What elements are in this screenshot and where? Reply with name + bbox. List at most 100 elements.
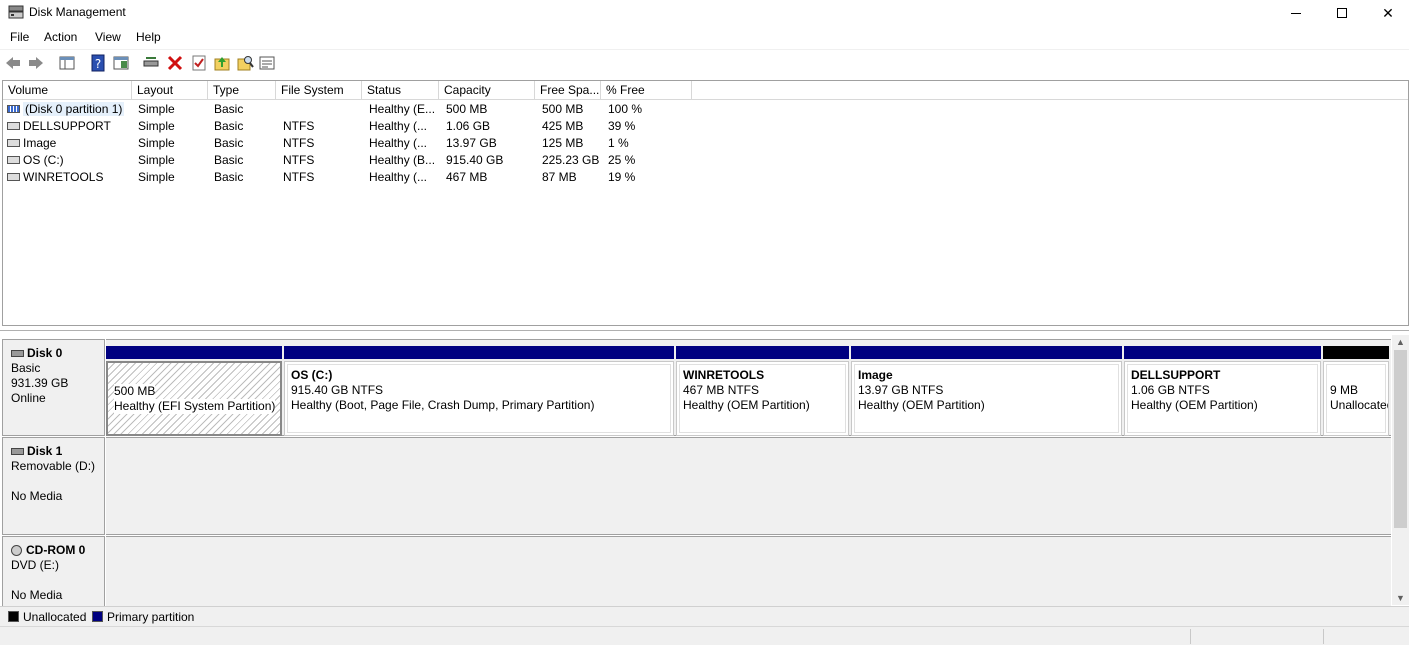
partition-size: 1.06 GB NTFS [1131, 383, 1210, 397]
toolbar: ? [0, 49, 1409, 77]
table-cell: 87 MB [542, 170, 577, 184]
scrollbar-thumb[interactable] [1394, 350, 1407, 528]
table-cell: Basic [214, 136, 244, 150]
cdrom-0-area [106, 536, 1391, 606]
folder-up-icon[interactable] [213, 54, 231, 72]
partition-size: 467 MB NTFS [683, 383, 760, 397]
disk-1-label[interactable]: Disk 1 Removable (D:) No Media [2, 437, 105, 535]
table-cell: Image [23, 136, 57, 150]
column-header-filler [692, 81, 1408, 100]
disk-1-size [11, 474, 104, 489]
disk-0-state: Online [11, 391, 46, 405]
disk-icon [11, 448, 24, 456]
table-cell: Basic [214, 170, 244, 184]
menu-help[interactable]: Help [136, 30, 161, 44]
partition-size: 13.97 GB NTFS [858, 383, 944, 397]
table-cell: DELLSUPPORT [23, 119, 111, 133]
volume-icon [7, 156, 20, 164]
disk-0-label[interactable]: Disk 0 Basic 931.39 GB Online [2, 339, 105, 436]
partition-os-c[interactable]: OS (C:) 915.40 GB NTFS Healthy (Boot, Pa… [284, 346, 674, 436]
close-icon: ✕ [1382, 4, 1394, 21]
table-cell: 500 MB [542, 102, 584, 116]
disk-0-name: Disk 0 [27, 346, 63, 360]
partition-status: Healthy (OEM Partition) [1131, 398, 1258, 412]
table-cell: WINRETOOLS [23, 170, 104, 184]
table-cell: 1.06 GB [446, 119, 491, 133]
table-row[interactable]: Image Simple Basic NTFS Healthy (... 13.97 GB… [3, 135, 1003, 152]
table-row[interactable]: WINRETOOLS Simple Basic NTFS Healthy (... 467… [3, 169, 1003, 186]
table-cell: Basic [214, 102, 244, 116]
column-header-free-space[interactable]: Free Spa... [535, 81, 601, 100]
legend: Unallocated Primary partition [0, 606, 1409, 626]
partition-title: Image [858, 368, 893, 382]
column-header-volume[interactable]: Volume [3, 81, 132, 100]
partition-title: OS (C:) [291, 368, 333, 382]
table-cell: Simple [138, 136, 175, 150]
menu-action[interactable]: Action [44, 30, 77, 44]
table-cell: OS (C:) [23, 153, 64, 167]
partition-status: Healthy (EFI System Partition) [114, 399, 276, 414]
table-cell: 425 MB [542, 119, 584, 133]
table-cell: 500 MB [446, 102, 488, 116]
table-cell: 19 % [608, 170, 636, 184]
forward-arrow-icon[interactable] [27, 54, 45, 72]
scroll-down-icon[interactable]: ▼ [1396, 593, 1405, 603]
minimize-icon [1291, 12, 1301, 14]
legend-unallocated: Unallocated [23, 610, 87, 624]
search-folder-icon[interactable] [236, 54, 254, 72]
disk-icon [11, 350, 24, 358]
volume-icon [7, 122, 20, 130]
disk-management-icon [8, 5, 24, 19]
table-cell: 225.23 GB [542, 153, 600, 167]
column-header-capacity[interactable]: Capacity [439, 81, 535, 100]
table-cell: 13.97 GB [446, 136, 497, 150]
console-tree-icon[interactable] [58, 54, 76, 72]
disk-0-size: 931.39 GB [11, 376, 69, 390]
table-cell: Simple [138, 153, 175, 167]
partition-dellsupport[interactable]: DELLSUPPORT 1.06 GB NTFS Healthy (OEM Pa… [1124, 346, 1321, 436]
partition-efi[interactable]: 500 MB Healthy (EFI System Partition) [106, 346, 282, 436]
table-row[interactable]: DELLSUPPORT Simple Basic NTFS Healthy (... 1.… [3, 118, 1003, 135]
minimize-button[interactable] [1273, 0, 1319, 26]
partition-size: 915.40 GB NTFS [291, 383, 384, 397]
partition-image[interactable]: Image 13.97 GB NTFS Healthy (OEM Partiti… [851, 346, 1122, 436]
close-button[interactable]: ✕ [1365, 0, 1409, 26]
menu-file[interactable]: File [10, 30, 29, 44]
cdrom-0-label[interactable]: CD-ROM 0 DVD (E:) No Media [2, 536, 105, 606]
check-properties-icon[interactable] [190, 54, 208, 72]
partition-bar [106, 346, 282, 359]
partition-title: DELLSUPPORT [1131, 368, 1221, 382]
back-arrow-icon[interactable] [4, 54, 22, 72]
cdrom-0-state: No Media [11, 588, 63, 602]
properties-pane-icon[interactable] [112, 54, 130, 72]
table-cell: NTFS [283, 170, 315, 184]
table-cell: Healthy (... [369, 136, 428, 150]
partition-size: 9 MB [1330, 383, 1359, 397]
help-icon[interactable]: ? [89, 54, 107, 72]
connect-drive-icon[interactable] [142, 54, 160, 72]
column-header-layout[interactable]: Layout [132, 81, 208, 100]
legend-primary: Primary partition [107, 610, 195, 624]
table-cell: NTFS [283, 136, 315, 150]
table-row[interactable]: OS (C:) Simple Basic NTFS Healthy (B... 915.4… [3, 152, 1003, 169]
column-header-type[interactable]: Type [208, 81, 276, 100]
table-cell: Basic [214, 119, 244, 133]
table-cell: Healthy (B... [369, 153, 436, 167]
maximize-icon [1337, 8, 1347, 18]
list-view-icon[interactable] [258, 54, 276, 72]
delete-icon[interactable] [166, 54, 184, 72]
column-header-status[interactable]: Status [362, 81, 439, 100]
column-header-file-system[interactable]: File System [276, 81, 362, 100]
scroll-up-icon[interactable]: ▲ [1396, 337, 1405, 347]
title-bar: Disk Management ✕ [0, 0, 1409, 26]
table-cell: 467 MB [446, 170, 488, 184]
maximize-button[interactable] [1319, 0, 1365, 26]
status-bar [0, 626, 1409, 645]
menu-view[interactable]: View [95, 30, 121, 44]
partition-unallocated[interactable]: 9 MB Unallocated [1323, 346, 1389, 436]
partition-winretools[interactable]: WINRETOOLS 467 MB NTFS Healthy (OEM Part… [676, 346, 849, 436]
table-cell: Simple [138, 102, 175, 116]
table-row[interactable]: (Disk 0 partition 1) Simple Basic Healthy (… [3, 101, 1003, 118]
table-cell: 915.40 GB [446, 153, 504, 167]
column-header-percent-free[interactable]: % Free [601, 81, 692, 100]
